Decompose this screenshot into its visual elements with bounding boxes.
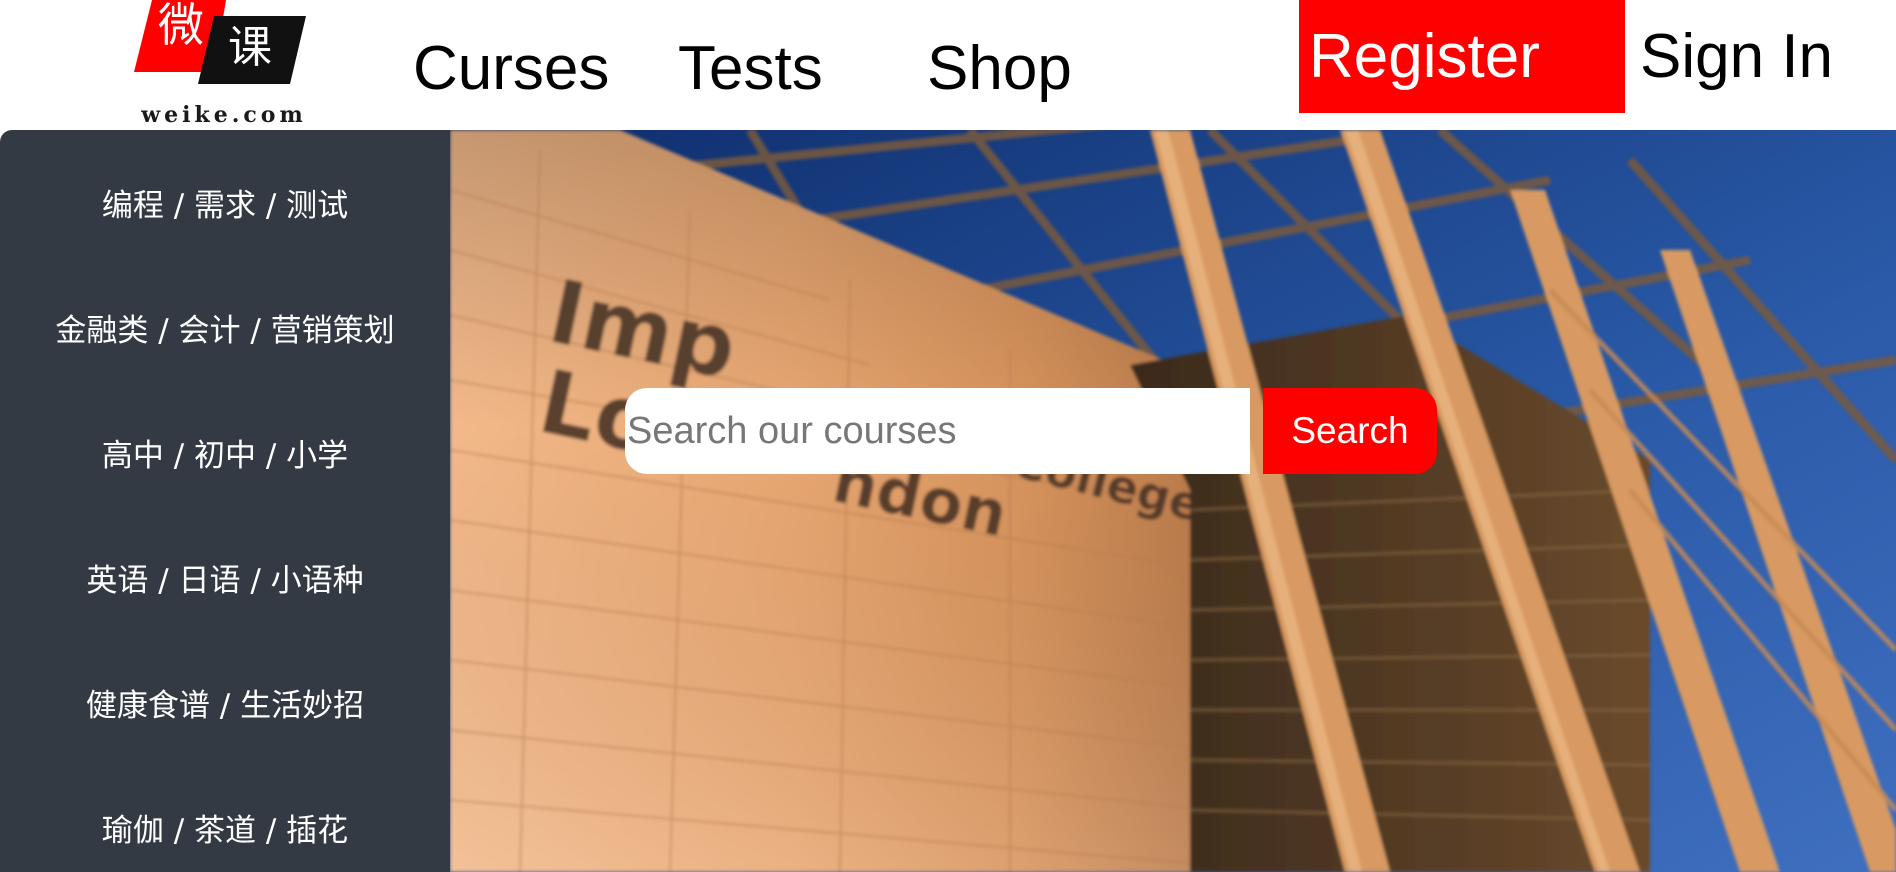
logo-glyph-wei: 微 [158,0,204,52]
site-logo[interactable]: 微 课 weike.com [134,0,314,128]
sidebar-item-health[interactable]: 健康食谱 / 生活妙招 [0,676,450,736]
sign-in-link[interactable]: Sign In [1640,22,1833,92]
category-sidebar: 编程 / 需求 / 测试 金融类 / 会计 / 营销策划 高中 / 初中 / 小… [0,130,450,872]
course-search-input[interactable] [625,388,1250,474]
hero-banner: Imp Lo ndon College [450,130,1896,872]
sidebar-item-languages[interactable]: 英语 / 日语 / 小语种 [0,551,450,611]
site-header: 微 课 weike.com Curses Tests Shop Register… [0,0,1896,130]
sidebar-item-yoga[interactable]: 瑜伽 / 茶道 / 插花 [0,801,450,861]
register-button[interactable]: Register [1299,0,1625,113]
search-button[interactable]: Search [1263,388,1437,474]
nav-courses[interactable]: Curses [413,34,609,104]
sidebar-item-school[interactable]: 高中 / 初中 / 小学 [0,426,450,486]
logo-glyph-ke: 课 [228,22,272,73]
sidebar-item-programming[interactable]: 编程 / 需求 / 测试 [0,176,450,236]
campus-building-image: Imp Lo ndon College [450,130,1896,872]
nav-tests[interactable]: Tests [678,34,823,104]
sidebar-item-finance[interactable]: 金融类 / 会计 / 营销策划 [0,301,450,361]
nav-shop[interactable]: Shop [927,34,1072,104]
page: 微 课 weike.com Curses Tests Shop Register… [0,0,1896,872]
logo-domain: weike.com [141,102,307,128]
